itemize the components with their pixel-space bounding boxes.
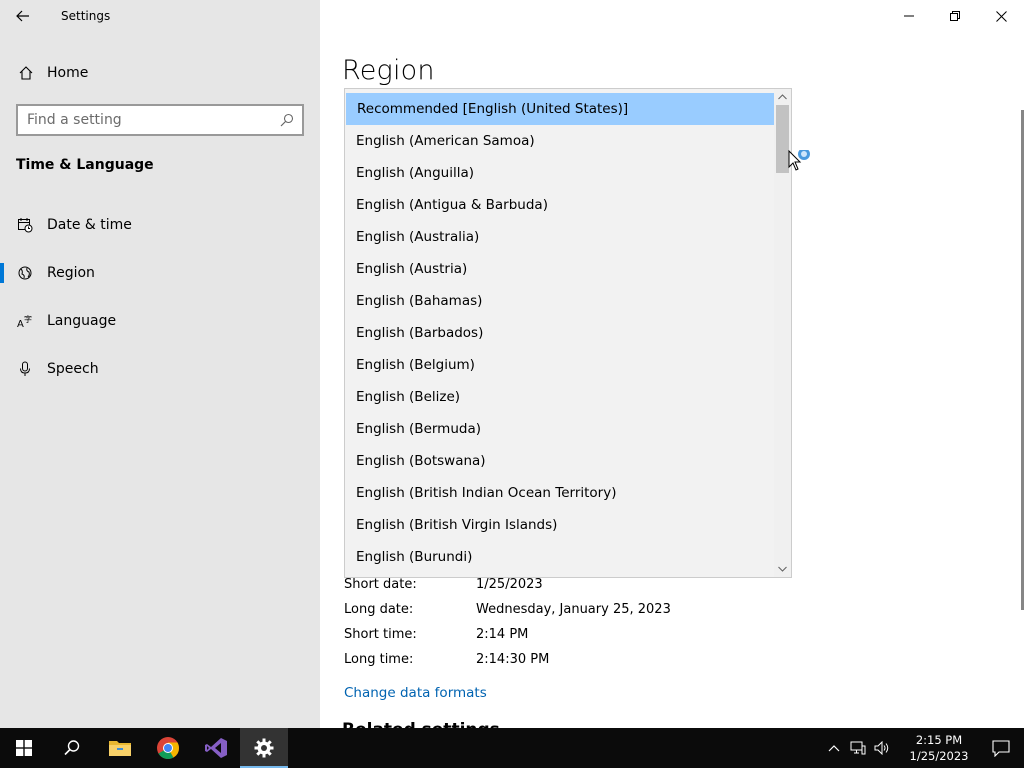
sidebar-item-speech[interactable]: Speech: [0, 349, 320, 389]
network-icon: [850, 741, 866, 755]
visual-studio-button[interactable]: [192, 728, 240, 768]
title-bar: Settings: [0, 0, 320, 32]
region-option[interactable]: English (Anguilla): [345, 157, 775, 189]
related-settings-heading: Related settings: [342, 720, 500, 728]
region-option[interactable]: English (Austria): [345, 253, 775, 285]
app-title: Settings: [61, 9, 111, 23]
region-option[interactable]: English (American Samoa): [345, 125, 775, 157]
file-explorer-button[interactable]: [96, 728, 144, 768]
restore-icon: [950, 11, 960, 21]
home-nav-item[interactable]: Home: [0, 57, 320, 89]
network-button[interactable]: [846, 728, 870, 768]
region-option[interactable]: English (Australia): [345, 221, 775, 253]
format-label: Long time:: [344, 652, 414, 667]
minimize-icon: [904, 15, 914, 17]
region-dropdown-list[interactable]: Recommended [English (United States)] En…: [344, 88, 792, 578]
minimize-button[interactable]: [886, 0, 932, 32]
back-button[interactable]: [0, 0, 46, 32]
clock-time: 2:15 PM: [915, 733, 963, 747]
region-option[interactable]: English (Bahamas): [345, 285, 775, 317]
region-option[interactable]: English (Antigua & Barbuda): [345, 189, 775, 221]
sidebar-item-label: Date & time: [47, 217, 132, 233]
format-value: 1/25/2023: [476, 577, 543, 592]
search-box[interactable]: [16, 104, 304, 136]
window-controls: [886, 0, 1024, 32]
sidebar-item-label: Speech: [47, 361, 99, 377]
notification-icon: [992, 739, 1010, 757]
taskbar-clock[interactable]: 2:15 PM 1/25/2023: [900, 728, 978, 768]
region-option[interactable]: Recommended [English (United States)]: [346, 93, 775, 125]
action-center-button[interactable]: [978, 728, 1024, 768]
back-arrow-icon: [16, 10, 29, 22]
region-option[interactable]: English (Belgium): [345, 349, 775, 381]
taskbar-search-button[interactable]: [48, 728, 96, 768]
change-data-formats-link[interactable]: Change data formats: [344, 685, 487, 701]
settings-gear-icon: [254, 738, 274, 758]
region-option[interactable]: English (Burundi): [345, 541, 775, 573]
windows-logo-icon: [16, 740, 32, 756]
region-options: Recommended [English (United States)] En…: [345, 93, 775, 573]
format-row-short-time: Short time: 2:14 PM: [344, 622, 671, 647]
search-icon: [64, 740, 80, 756]
sidebar-item-language[interactable]: A字 Language: [0, 301, 320, 341]
language-icon: A字: [16, 313, 34, 329]
format-value: Wednesday, January 25, 2023: [476, 602, 671, 617]
start-button[interactable]: [0, 728, 48, 768]
home-label: Home: [47, 65, 89, 81]
microphone-icon: [16, 361, 34, 377]
chrome-icon: [157, 737, 179, 759]
sidebar: Settings Home Time & Language Date & tim…: [0, 0, 320, 728]
volume-icon: [874, 741, 889, 755]
format-row-long-date: Long date: Wednesday, January 25, 2023: [344, 597, 671, 622]
region-option[interactable]: English (British Indian Ocean Territory): [345, 477, 775, 509]
settings-taskbar-button[interactable]: [240, 728, 288, 768]
show-hidden-icons-button[interactable]: [822, 728, 846, 768]
svg-text:A: A: [17, 319, 24, 329]
sidebar-item-label: Region: [47, 265, 95, 281]
sidebar-item-date-time[interactable]: Date & time: [0, 205, 320, 245]
format-row-long-time: Long time: 2:14:30 PM: [344, 647, 671, 672]
format-label: Long date:: [344, 602, 414, 617]
mouse-cursor-busy-icon: [788, 150, 810, 171]
volume-button[interactable]: [870, 728, 894, 768]
chevron-up-icon: [778, 94, 787, 100]
home-icon: [17, 65, 35, 81]
chevron-up-icon: [828, 745, 840, 752]
close-button[interactable]: [978, 0, 1024, 32]
close-icon: [995, 10, 1007, 22]
region-option[interactable]: English (Botswana): [345, 445, 775, 477]
scroll-down-button[interactable]: [774, 561, 791, 577]
search-input[interactable]: [27, 112, 273, 128]
calendar-clock-icon: [16, 217, 34, 233]
chrome-button[interactable]: [144, 728, 192, 768]
sidebar-item-region[interactable]: Region: [0, 253, 320, 293]
restore-button[interactable]: [932, 0, 978, 32]
format-label: Short date:: [344, 577, 417, 592]
regional-formats-list: Short date: 1/25/2023 Long date: Wednesd…: [344, 572, 671, 672]
region-option[interactable]: English (Belize): [345, 381, 775, 413]
chevron-down-icon: [778, 566, 787, 572]
sidebar-item-label: Language: [47, 313, 117, 329]
scroll-up-button[interactable]: [774, 89, 791, 105]
taskbar: 2:15 PM 1/25/2023: [0, 728, 1024, 768]
format-label: Short time:: [344, 627, 417, 642]
format-value: 2:14:30 PM: [476, 652, 550, 667]
region-option[interactable]: English (Barbados): [345, 317, 775, 349]
visual-studio-icon: [205, 738, 227, 758]
clock-date: 1/25/2023: [909, 749, 969, 763]
region-option[interactable]: English (Bermuda): [345, 413, 775, 445]
globe-icon: [16, 265, 34, 281]
format-value: 2:14 PM: [476, 627, 529, 642]
svg-text:字: 字: [24, 314, 32, 324]
search-icon[interactable]: [280, 113, 294, 127]
region-option[interactable]: English (British Virgin Islands): [345, 509, 775, 541]
page-title: Region: [342, 55, 435, 86]
file-explorer-icon: [109, 741, 131, 756]
section-title: Time & Language: [16, 157, 154, 173]
system-tray: 2:15 PM 1/25/2023: [822, 728, 1024, 768]
